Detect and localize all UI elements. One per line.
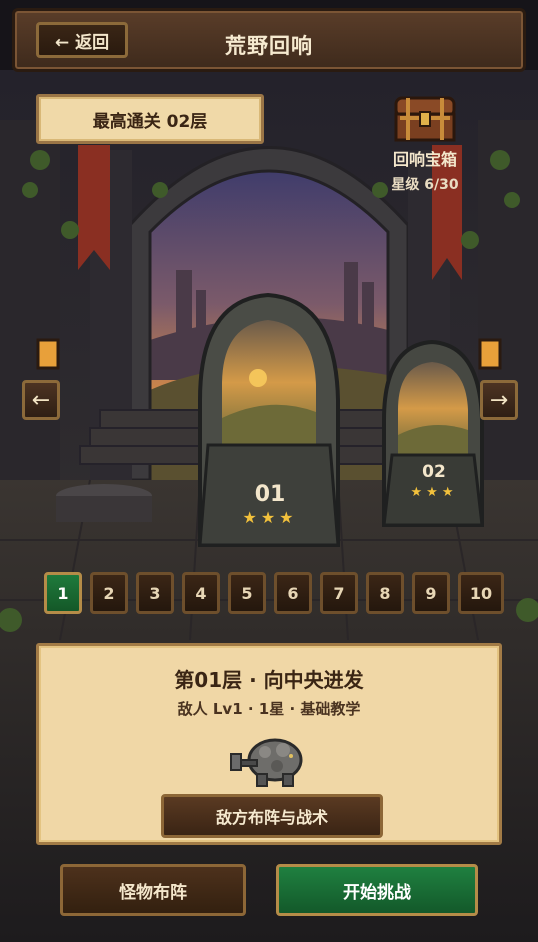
monster-formation-button[interactable]: 怪物布阵 bbox=[60, 864, 246, 916]
page-title: 荒野回响 bbox=[225, 34, 313, 58]
enemy-tactics-button[interactable]: 敌方布阵与战术 bbox=[161, 794, 383, 838]
level-button-2[interactable]: 2 bbox=[90, 572, 128, 614]
level-button-6[interactable]: 6 bbox=[274, 572, 312, 614]
stage-subtitle: 敌人 Lv1 · 1星 · 基础教学 bbox=[177, 700, 361, 718]
portal-2-stars: ★★★ bbox=[410, 485, 458, 500]
level-button-9[interactable]: 9 bbox=[412, 572, 450, 614]
level-button-1[interactable]: 1 bbox=[44, 572, 82, 614]
chest-label: 回响宝箱 bbox=[392, 150, 457, 169]
level-button-3[interactable]: 3 bbox=[136, 572, 174, 614]
formation-label: 怪物布阵 bbox=[119, 882, 187, 903]
start-label: 开始挑战 bbox=[343, 882, 411, 903]
level-button-10[interactable]: 10 bbox=[458, 572, 504, 614]
treasure-chest-icon[interactable] bbox=[394, 96, 456, 142]
stage-info-card: 第01层 · 向中央进发 敌人 Lv1 · 1星 · 基础教学 敌方布阵与战术 bbox=[36, 643, 502, 845]
next-page-button[interactable]: → bbox=[480, 380, 518, 420]
arrow-right-icon: → bbox=[489, 387, 509, 413]
tactics-label: 敌方布阵与战术 bbox=[215, 808, 328, 827]
arrow-left-icon: ← bbox=[31, 387, 51, 413]
level-button-7[interactable]: 7 bbox=[320, 572, 358, 614]
stage-title: 第01层 · 向中央进发 bbox=[174, 668, 364, 692]
stone-golem-icon bbox=[227, 730, 317, 790]
best-clear-panel: 最高通关 02层 bbox=[36, 94, 264, 144]
portal-1-number: 01 bbox=[254, 482, 286, 507]
portal-2-number: 02 bbox=[422, 462, 446, 482]
start-challenge-button[interactable]: 开始挑战 bbox=[276, 864, 478, 916]
portal-1-stars: ★★★ bbox=[242, 508, 298, 527]
level-button-5[interactable]: 5 bbox=[228, 572, 266, 614]
level-button-8[interactable]: 8 bbox=[366, 572, 404, 614]
level-selector: 1 2 3 4 5 6 7 8 9 10 bbox=[44, 572, 504, 616]
best-clear-text: 最高通关 02层 bbox=[92, 111, 208, 132]
level-button-4[interactable]: 4 bbox=[182, 572, 220, 614]
chest-stars: 星级 6/30 bbox=[391, 177, 459, 193]
prev-page-button[interactable]: ← bbox=[22, 380, 60, 420]
